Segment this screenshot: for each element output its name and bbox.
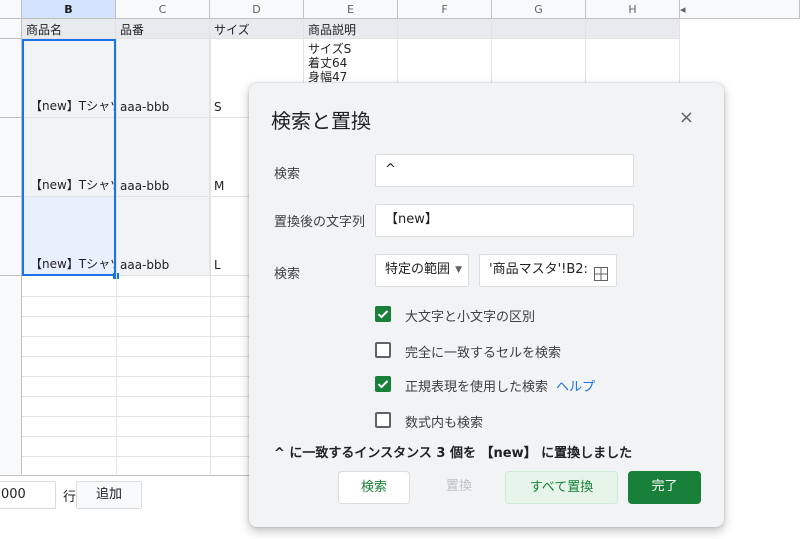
help-link[interactable]: ヘルプ (556, 380, 595, 395)
table-cell-code[interactable]: aaa-bbb (116, 39, 210, 118)
header-cell-description[interactable]: 商品説明 (304, 19, 398, 39)
replace-button[interactable]: 置換 (433, 471, 485, 504)
add-rows-count-input[interactable]: 000 (0, 481, 56, 509)
table-cell-code[interactable]: aaa-bbb (116, 118, 210, 197)
checkbox-checked[interactable] (375, 376, 391, 392)
grid-row-line (0, 416, 249, 417)
checkbox-unchecked[interactable] (375, 412, 391, 428)
option-label: 大文字と小文字の区別 (405, 310, 536, 325)
replace-input[interactable]: 【new】 (375, 204, 634, 237)
add-rows-unit-label: 行 (63, 490, 77, 505)
scroll-left-arrow[interactable]: ◂ (680, 0, 800, 19)
header-cell-size[interactable]: サイズ (210, 19, 304, 39)
column-header-d[interactable]: D (210, 0, 304, 19)
column-header-g[interactable]: G (492, 0, 586, 19)
scope-select-value: 特定の範囲 (385, 262, 451, 277)
range-input-value: '商品マスタ'!B2: (489, 262, 588, 277)
option-label-text: 正規表現を使用した検索 (405, 380, 549, 395)
option-label: 正規表現を使用した検索 ヘルプ (405, 376, 595, 395)
add-rows-button[interactable]: 追加 (76, 481, 142, 509)
header-cell-product-name[interactable]: 商品名 (22, 19, 116, 39)
cell-text: L (214, 258, 221, 272)
column-header-e[interactable]: E (304, 0, 398, 19)
header-cell-h[interactable] (586, 19, 680, 39)
grid-row-line (0, 316, 249, 317)
grid-row-line (0, 436, 249, 437)
dialog-title: 検索と置換 (271, 109, 371, 133)
scope-select[interactable]: 特定の範囲 ▼ (375, 254, 469, 287)
row-header-strip (0, 276, 22, 474)
table-cell-code[interactable]: aaa-bbb (116, 197, 210, 276)
corner-header (0, 0, 22, 19)
range-input[interactable]: '商品マスタ'!B2: (479, 254, 617, 287)
column-header-f[interactable]: F (398, 0, 492, 19)
column-header-b[interactable]: B (22, 0, 116, 19)
search-input[interactable]: ^ (375, 154, 634, 187)
column-header-c[interactable]: C (116, 0, 210, 19)
header-cell-f[interactable] (398, 19, 492, 39)
scroll-left-arrow-icon[interactable]: ◂ (680, 3, 686, 16)
grid-row-line (0, 396, 249, 397)
cell-text: M (214, 179, 225, 193)
grid-row-line (0, 296, 249, 297)
replace-all-button[interactable]: すべて置換 (505, 471, 618, 504)
desc-line: 着丈64 (308, 56, 348, 70)
grid-bottom-line (0, 475, 249, 476)
header-cell-code[interactable]: 品番 (116, 19, 210, 39)
done-button[interactable]: 完了 (628, 471, 701, 504)
row-header-1[interactable] (0, 19, 22, 39)
search-button[interactable]: 検索 (338, 471, 410, 504)
chevron-down-icon: ▼ (455, 265, 462, 275)
replace-label: 置換後の文字列 (274, 215, 366, 230)
cell-text: aaa-bbb (120, 100, 170, 114)
desc-line: 身幅47 (308, 70, 348, 84)
cell-text: aaa-bbb (120, 258, 170, 272)
find-replace-dialog: 検索と置換 × 検索 ^ 置換後の文字列 【new】 検索 特定の範囲 ▼ '商… (249, 83, 724, 527)
close-icon[interactable]: × (679, 107, 694, 128)
cell-text: S (214, 100, 222, 114)
row-header-2[interactable] (0, 39, 22, 118)
header-cell-g[interactable] (492, 19, 586, 39)
grid-row-line (0, 456, 249, 457)
grid-row-line (0, 376, 249, 377)
column-header-h[interactable]: H (586, 0, 680, 19)
scope-label: 検索 (274, 267, 301, 282)
grid-row-line (0, 336, 249, 337)
grid-col-line (210, 39, 211, 474)
row-header-4[interactable] (0, 197, 22, 276)
checkbox-checked[interactable] (375, 306, 391, 322)
row-header-3[interactable] (0, 118, 22, 197)
selection-range (22, 39, 116, 276)
option-label: 数式内も検索 (405, 416, 484, 431)
status-message: ^ に一致するインスタンス 3 個を 【new】 に置換しました (274, 446, 633, 461)
desc-line: サイズS (308, 42, 352, 56)
cell-text: aaa-bbb (120, 179, 170, 193)
grid-col-line (116, 39, 117, 474)
grid-select-icon[interactable] (594, 263, 608, 281)
grid-row-line (0, 356, 249, 357)
checkbox-unchecked[interactable] (375, 342, 391, 358)
option-label: 完全に一致するセルを検索 (405, 346, 562, 361)
search-label: 検索 (274, 167, 301, 182)
